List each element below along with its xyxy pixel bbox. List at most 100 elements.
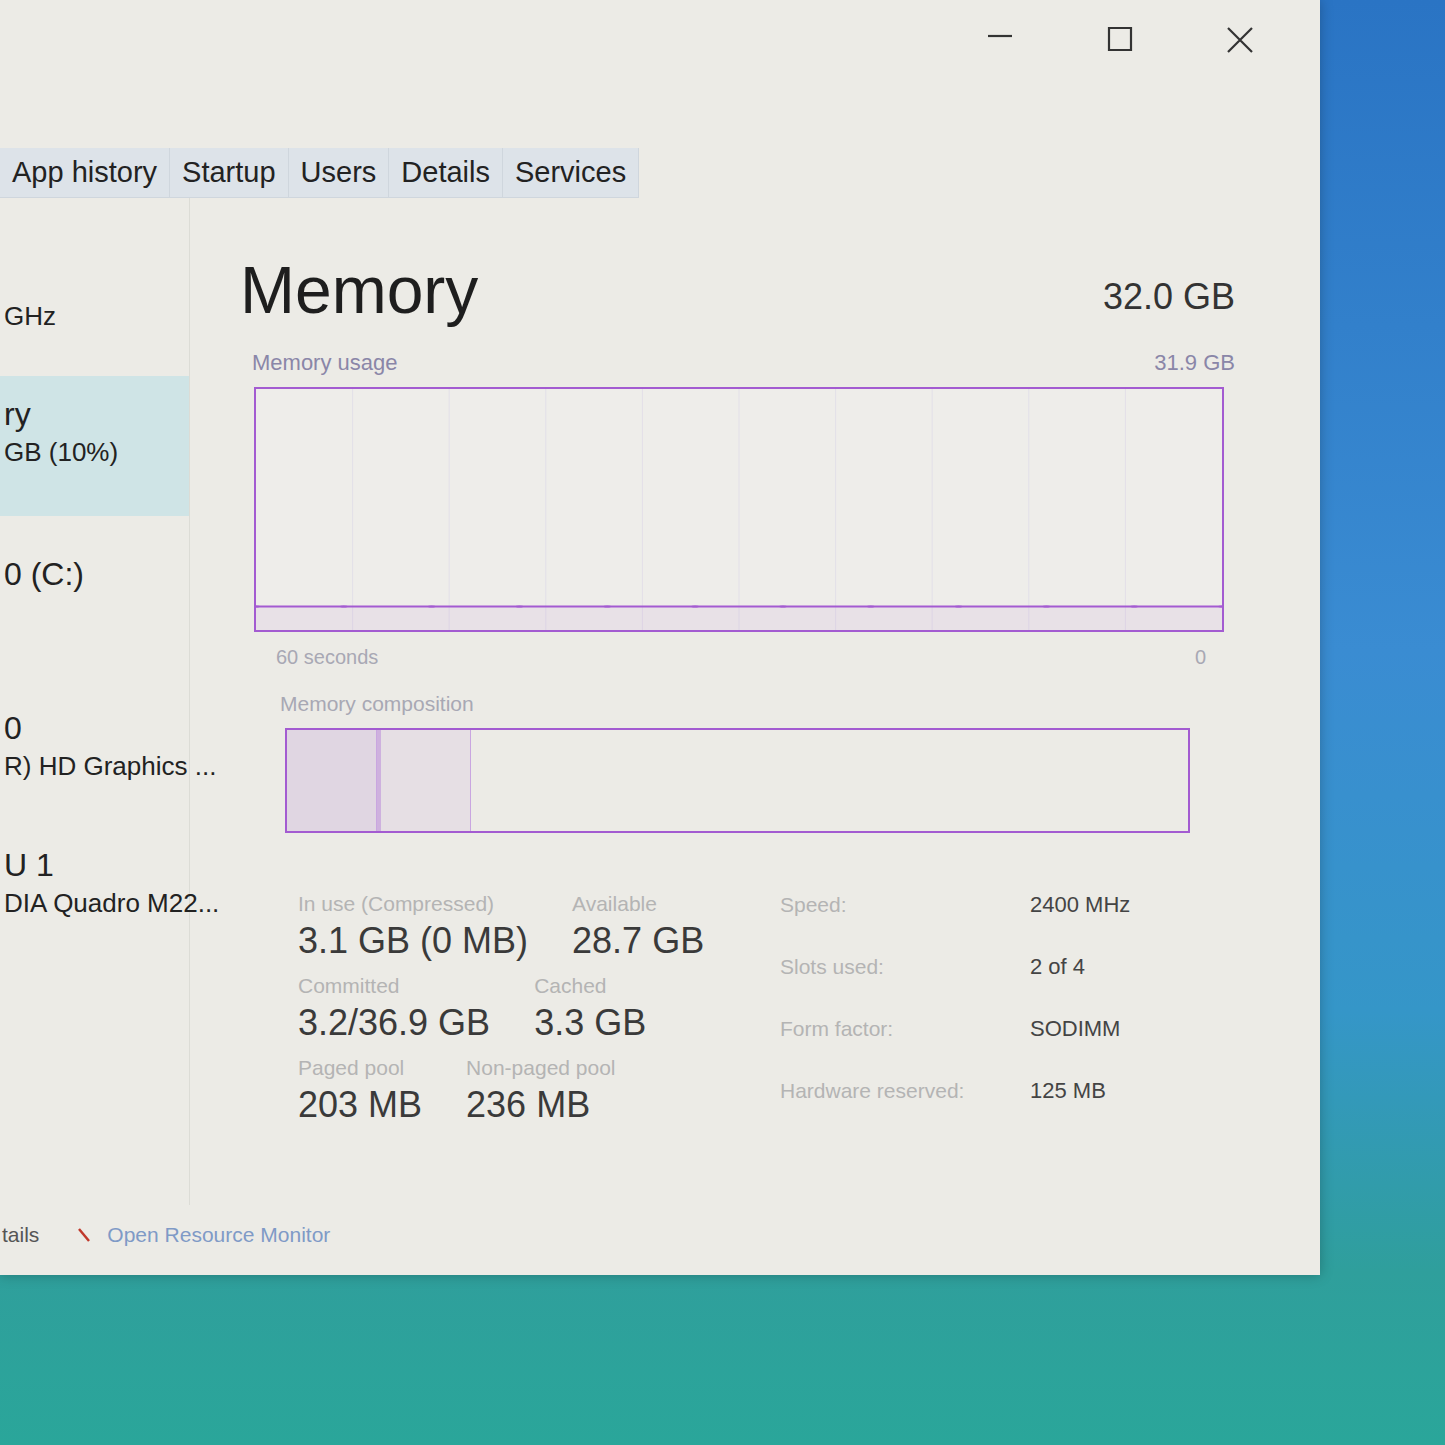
resource-monitor-label: Open Resource Monitor [107,1219,330,1251]
sidebar-line: 0 (C:) [4,554,189,594]
details-block: Speed:2400 MHzSlots used:2 of 4Form fact… [780,891,1130,1129]
usage-point [867,606,875,608]
detail-label: Slots used: [780,953,1030,1005]
composition-segment [471,730,1188,831]
sidebar-line: U 1 [4,845,189,885]
sidebar-item[interactable]: U 1DIA Quadro M22... [0,809,189,959]
tab-bar: App history Startup Users Details Services [0,148,1320,198]
stat: Non-paged pool236 MB [466,1055,615,1129]
stat-value: 236 MB [466,1081,615,1129]
stat-value: 3.3 GB [534,999,646,1047]
usage-area [256,607,1222,630]
tab-label: Details [401,158,490,187]
desktop: App history Startup Users Details Services GH… [0,0,1445,1445]
time-right: 0 [1195,642,1206,672]
composition-label: Memory composition [280,688,1235,720]
memory-panel: Memory 32.0 GB Memory usage 31.9 GB 60 secon… [190,198,1320,1205]
close-button[interactable] [1180,10,1300,70]
sidebar-item[interactable]: 0 (C:) [0,516,189,666]
sidebar-line: ry [4,394,189,434]
sidebar: GHzryGB (10%)0 (C:)0R) HD Graphics ...U … [0,198,190,1205]
usage-max: 31.9 GB [1154,346,1235,379]
usage-point [428,606,436,608]
composition-bar [285,728,1190,833]
tab[interactable]: Users [289,148,390,197]
content: GHzryGB (10%)0 (C:)0R) HD Graphics ...U … [0,198,1320,1205]
stat-value: 3.2/36.9 GB [298,999,490,1047]
maximize-button[interactable] [1060,10,1180,70]
time-left: 60 seconds [276,642,378,672]
close-icon [1222,24,1258,56]
detail-value: 125 MB [1030,1077,1130,1129]
sidebar-line: DIA Quadro M22... [4,885,189,921]
detail-label: Form factor: [780,1015,1030,1067]
stat-label: Cached [534,973,646,999]
tab[interactable]: Startup [170,148,289,197]
stats-area: In use (Compressed)3.1 GB (0 MB) Availabl… [240,891,1235,1129]
usage-point [691,606,699,608]
detail-value: SODIMM [1030,1015,1130,1067]
usage-point [256,606,260,608]
total-memory: 32.0 GB [1103,272,1235,322]
stats-row: Paged pool203 MB Non-paged pool236 MB [298,1055,768,1129]
tab[interactable]: Services [503,148,639,197]
usage-point [603,606,611,608]
stat-label: Non-paged pool [466,1055,615,1081]
resource-monitor-icon [75,1223,99,1247]
tab[interactable]: App history [0,148,170,197]
tab-label: App history [12,158,157,187]
sidebar-item[interactable]: ryGB (10%) [0,376,189,516]
usage-line [256,606,1222,608]
minimize-icon [982,24,1018,56]
stats-block: In use (Compressed)3.1 GB (0 MB) Availabl… [298,891,768,1129]
usage-point [955,606,963,608]
stats-row: Committed3.2/36.9 GB Cached3.3 GB [298,973,768,1047]
usage-label: Memory usage [252,346,398,379]
panel-title: Memory [240,250,478,330]
usage-point [1043,606,1051,608]
stats-row: In use (Compressed)3.1 GB (0 MB) Availabl… [298,891,768,965]
sidebar-line: GB (10%) [4,434,189,470]
stat-value: 203 MB [298,1081,422,1129]
maximize-icon [1102,24,1138,56]
composition-segment [381,730,471,831]
stat-label: In use (Compressed) [298,891,528,917]
sidebar-item[interactable]: GHz [0,198,189,376]
stat-label: Committed [298,973,490,999]
footer: tails Open Resource Monitor [0,1205,1320,1275]
sidebar-line: 0 [4,708,189,748]
usage-point [1130,606,1138,608]
usage-point [1218,606,1222,608]
composition-segment [287,730,377,831]
time-axis: 60 seconds 0 [276,642,1206,672]
title-bar [0,0,1320,80]
fewer-details-link[interactable]: tails [0,1219,39,1251]
stat: In use (Compressed)3.1 GB (0 MB) [298,891,528,965]
resource-monitor-link[interactable]: Open Resource Monitor [75,1219,330,1251]
tab-label: Startup [182,158,276,187]
detail-value: 2 of 4 [1030,953,1130,1005]
minimize-button[interactable] [940,10,1060,70]
task-manager-window: App history Startup Users Details Services GH… [0,0,1320,1275]
detail-label: Hardware reserved: [780,1077,1030,1129]
stat-value: 3.1 GB (0 MB) [298,917,528,965]
usage-chart [254,387,1224,632]
sidebar-item[interactable]: 0R) HD Graphics ... [0,666,189,809]
stat: Paged pool203 MB [298,1055,422,1129]
usage-point [340,606,348,608]
sidebar-line: GHz [4,298,189,334]
tab-label: Services [515,158,626,187]
stat: Committed3.2/36.9 GB [298,973,490,1047]
detail-value: 2400 MHz [1030,891,1130,943]
sidebar-line: R) HD Graphics ... [4,748,189,784]
tab[interactable]: Details [389,148,503,197]
stat-value: 28.7 GB [572,917,704,965]
detail-label: Speed: [780,891,1030,943]
panel-header: Memory 32.0 GB [240,250,1235,330]
stat-label: Available [572,891,704,917]
stat-label: Paged pool [298,1055,422,1081]
usage-graph [256,389,1222,630]
tab-strip: App history Startup Users Details Services [0,148,639,198]
usage-header: Memory usage 31.9 GB [252,346,1235,379]
stat: Cached3.3 GB [534,973,646,1047]
